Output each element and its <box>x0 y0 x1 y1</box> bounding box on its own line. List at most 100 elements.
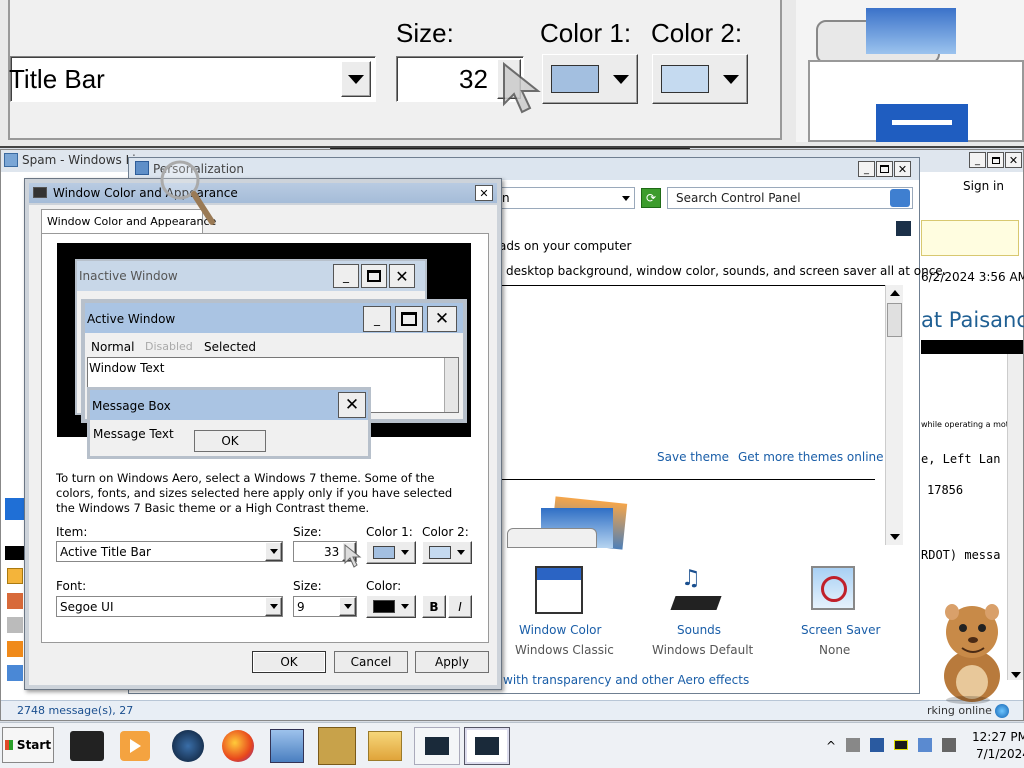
appearance-preview[interactable]: Inactive Window _ ✕ Active Window _ ✕ No… <box>57 243 471 459</box>
mail-search-bar[interactable] <box>921 220 1019 256</box>
status-message-count: 2748 message(s), 27 <box>17 704 134 717</box>
color1-button[interactable] <box>366 541 416 564</box>
magnifier-view: Size: Color 1: Color 2: Title Bar 32 <box>0 0 1024 148</box>
search-placeholder: Search Control Panel <box>676 191 801 205</box>
font-color-button[interactable] <box>366 595 416 618</box>
item-select[interactable]: Active Title Bar <box>56 541 283 562</box>
mail-restore-button[interactable] <box>987 152 1004 168</box>
tray-icon-2[interactable] <box>870 738 884 752</box>
tray-icon-3[interactable] <box>894 740 908 750</box>
start-button[interactable]: Start <box>2 727 54 763</box>
window-color-label[interactable]: Window Color <box>519 623 601 637</box>
tray-network-icon[interactable] <box>918 738 932 752</box>
taskbar-hamster-box-icon[interactable] <box>318 727 356 765</box>
themes-list[interactable]: Save theme Get more themes online <box>499 285 903 550</box>
italic-button[interactable]: I <box>448 595 472 618</box>
address-bar[interactable]: n <box>499 187 635 209</box>
mag-color2-button[interactable] <box>652 54 748 104</box>
window-color-item[interactable]: Window Color Windows Classic <box>511 562 614 658</box>
taskbar-show-desktop-icon[interactable] <box>70 731 104 761</box>
screen-saver-sub: None <box>819 643 851 657</box>
start-label: Start <box>16 738 52 752</box>
font-size-select[interactable]: 9 <box>293 596 357 617</box>
aero-link[interactable]: with transparency and other Aero effects <box>503 673 749 687</box>
mag-size-label: Size: <box>396 18 454 48</box>
taskbar-window-1-icon[interactable] <box>414 727 460 765</box>
get-more-themes-link[interactable]: Get more themes online <box>738 450 884 464</box>
refresh-button[interactable]: ⟳ <box>641 188 661 208</box>
message-line-1: while operating a moto <box>921 420 1014 429</box>
rail-compose-icon[interactable] <box>7 665 23 681</box>
font-size-label: Size: <box>293 579 322 593</box>
preview-msgbox-text: Message Text <box>93 427 174 441</box>
save-theme-link[interactable]: Save theme <box>657 450 729 464</box>
screen-saver-item[interactable]: Screen Saver None <box>785 562 885 658</box>
clock-date[interactable]: 7/1/2024 <box>976 747 1024 761</box>
color2-swatch <box>429 546 451 559</box>
rail-contacts-icon[interactable] <box>7 593 23 609</box>
mouse-cursor-icon <box>344 543 362 568</box>
mag-item-dropdown-button[interactable] <box>341 61 371 97</box>
color2-button[interactable] <box>422 541 472 564</box>
mag-thumbnail-preview <box>796 0 1024 142</box>
mail-close-button[interactable]: ✕ <box>1005 152 1022 168</box>
font-select[interactable]: Segoe UI <box>56 596 283 617</box>
sounds-item[interactable]: ♫ Sounds Windows Default <box>649 562 753 658</box>
mag-item-combo[interactable]: Title Bar <box>9 56 376 102</box>
ok-button[interactable]: OK <box>252 651 326 673</box>
ok-label: OK <box>280 655 298 669</box>
taskbar-window-2-icon[interactable] <box>464 727 510 765</box>
themes-scrollbar[interactable] <box>885 285 903 545</box>
rail-calendar-icon[interactable] <box>7 568 23 584</box>
dialog-close-button[interactable]: ✕ <box>475 185 493 201</box>
screen-saver-label[interactable]: Screen Saver <box>801 623 880 637</box>
italic-label: I <box>458 599 462 614</box>
taskbar-globe-icon[interactable] <box>172 730 204 762</box>
preview-ok-label: OK <box>221 434 239 448</box>
preview-active-title: Active Window <box>87 312 176 326</box>
clock-time[interactable]: 12:27 PM <box>972 730 1024 744</box>
taskbar-firefox-icon[interactable] <box>222 730 254 762</box>
mag-color2-label: Color 2: <box>651 18 743 48</box>
message-heading: at Paisanc <box>921 308 1024 332</box>
personalization-maximize-button[interactable] <box>876 161 893 177</box>
taskbar-remote-icon[interactable] <box>270 729 304 763</box>
rail-notes-icon[interactable] <box>7 617 23 633</box>
personalization-titlebar: Personalization _ ✕ <box>129 158 919 180</box>
help-icon[interactable] <box>896 221 911 236</box>
theme-thumbnail-stack[interactable] <box>507 496 628 550</box>
personalization-close-button[interactable]: ✕ <box>894 161 911 177</box>
screen-saver-icon <box>811 566 855 610</box>
apply-button[interactable]: Apply <box>415 651 489 673</box>
search-box[interactable]: Search Control Panel <box>667 187 913 209</box>
rail-feeds-icon[interactable] <box>7 641 23 657</box>
sounds-label[interactable]: Sounds <box>677 623 721 637</box>
cancel-label: Cancel <box>350 655 392 669</box>
tray-volume-icon[interactable] <box>942 738 956 752</box>
taskbar-media-player-icon[interactable] <box>120 731 150 761</box>
cancel-button[interactable]: Cancel <box>334 651 408 673</box>
size-spinner-value: 33 <box>324 545 340 559</box>
preview-message-box: Message Box ✕ Message Text OK <box>87 387 371 459</box>
tray-expand-icon[interactable]: ^ <box>826 739 836 753</box>
dialog-body: Window Color and Appearance Inactive Win… <box>29 205 497 685</box>
mail-title: Spam - Windows Li <box>22 153 136 167</box>
intro-line-1: ads on your computer <box>499 239 632 253</box>
window-color-icon <box>535 566 583 614</box>
color2-label: Color 2: <box>422 525 469 539</box>
search-icon[interactable] <box>890 189 910 207</box>
font-color-label: Color: <box>366 579 402 593</box>
font-size-value: 9 <box>297 600 305 614</box>
mail-minimize-button[interactable]: _ <box>969 152 986 168</box>
message-divider-bar <box>921 340 1023 354</box>
personalization-minimize-button[interactable]: _ <box>858 161 875 177</box>
aero-info-text: To turn on Windows Aero, select a Window… <box>56 471 453 515</box>
bold-label: B <box>429 599 439 614</box>
taskbar-explorer-icon[interactable] <box>368 731 402 761</box>
tray-icon-1[interactable] <box>846 738 860 752</box>
windows-logo-icon <box>4 740 13 750</box>
sounds-icon: ♫ <box>670 566 722 614</box>
bold-button[interactable]: B <box>422 595 446 618</box>
message-line-2: e, Left Lan <box>921 452 1001 466</box>
sign-in-link[interactable]: Sign in <box>963 179 1004 193</box>
